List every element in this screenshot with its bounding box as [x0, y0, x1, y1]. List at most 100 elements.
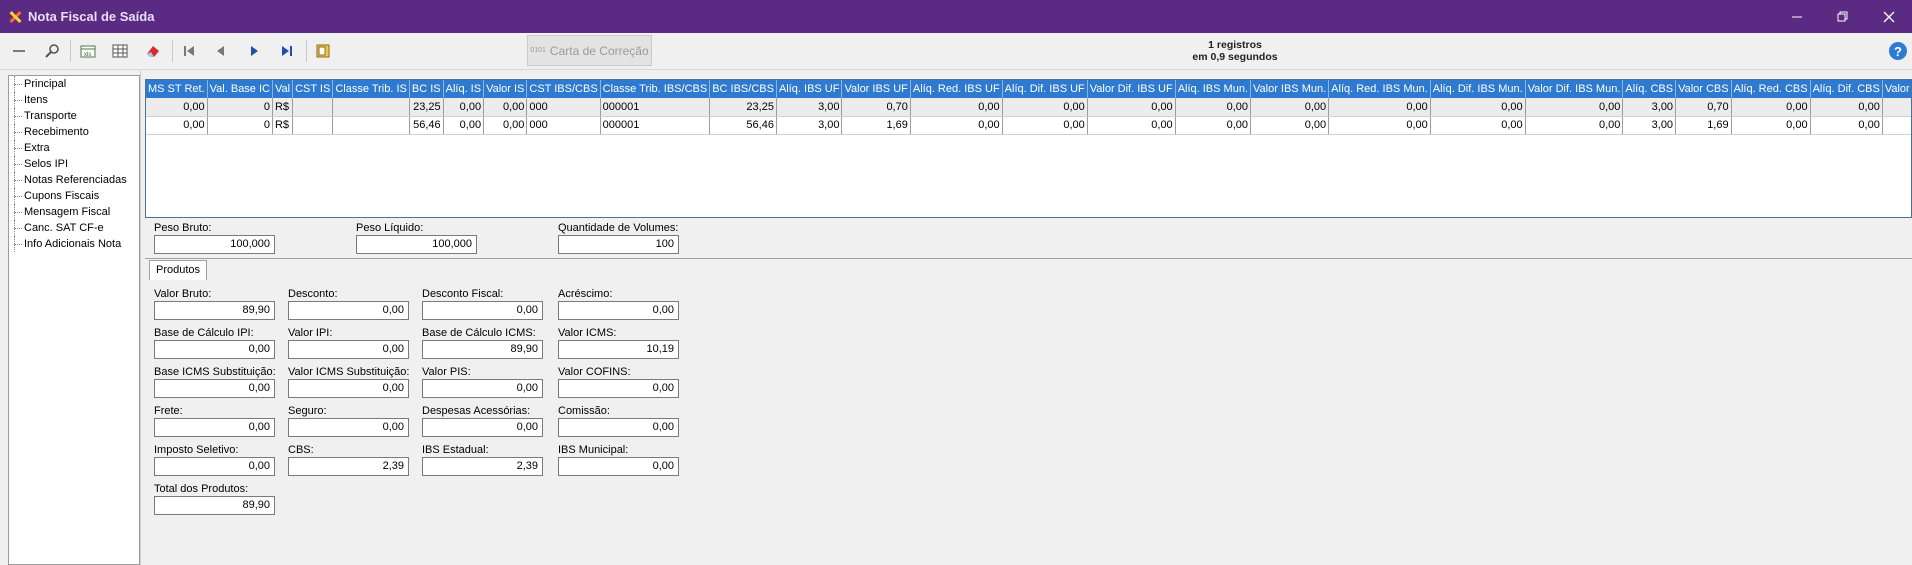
restore-button[interactable]: [1820, 0, 1866, 33]
comissao-field[interactable]: 0,00: [558, 418, 679, 437]
column-header[interactable]: CST IS: [292, 80, 334, 98]
export-excel-button[interactable]: xls: [75, 38, 101, 64]
column-header[interactable]: Valor CBS: [1675, 80, 1732, 98]
carta-mini-label: 0101: [530, 47, 546, 54]
frete-label: Frete:: [154, 405, 183, 417]
table-cell: 0,00: [1731, 98, 1811, 117]
column-header[interactable]: Val: [272, 80, 294, 98]
column-header[interactable]: Alíq. IBS UF: [776, 80, 843, 98]
column-header[interactable]: BC IBS/CBS: [709, 80, 777, 98]
table-cell: 0,00: [1810, 98, 1883, 117]
tree-item-notas-referenciadas[interactable]: Notas Referenciadas: [9, 172, 139, 188]
valor-cofins-field[interactable]: 0,00: [558, 379, 679, 398]
despesas-label: Despesas Acessórias:: [422, 405, 531, 417]
column-header[interactable]: Alíq. CBS: [1622, 80, 1677, 98]
table-cell: 0,00: [1882, 116, 1911, 135]
desconto-field[interactable]: 0,00: [288, 301, 409, 320]
last-record-button[interactable]: [274, 38, 300, 64]
base-icms-st-label: Base ICMS Substituição:: [154, 366, 276, 378]
valor-icms-st-label: Valor ICMS Substituição:: [288, 366, 410, 378]
ibs-estadual-field[interactable]: 2,39: [422, 457, 543, 476]
column-header[interactable]: Alíq. Dif. IBS UF: [1002, 80, 1088, 98]
report-button[interactable]: [310, 38, 336, 64]
valor-ipi-field[interactable]: 0,00: [288, 340, 409, 359]
carta-correcao-button[interactable]: 0101 Carta de Correção: [527, 35, 652, 66]
clear-button[interactable]: [140, 38, 166, 64]
table-cell: 0,00: [1430, 98, 1526, 117]
acrescimo-field[interactable]: 0,00: [558, 301, 679, 320]
tab-produtos[interactable]: Produtos: [149, 260, 208, 280]
column-header[interactable]: Valor Dif. IBS UF: [1087, 80, 1176, 98]
base-icms-field[interactable]: 89,90: [422, 340, 543, 359]
valor-icms-st-field[interactable]: 0,00: [288, 379, 409, 398]
ibs-municipal-label: IBS Municipal:: [558, 444, 629, 456]
column-header[interactable]: CST IBS/CBS: [526, 80, 601, 98]
close-button[interactable]: [1866, 0, 1912, 33]
table-row[interactable]: 0,00 0 R$ 56,46 0,00 0,00 000 000001 56,46 3,00 1,…: [146, 116, 1911, 135]
seguro-field[interactable]: 0,00: [288, 418, 409, 437]
frete-field[interactable]: 0,00: [154, 418, 275, 437]
table-cell: 0,00: [910, 98, 1003, 117]
tree-item-transporte[interactable]: Transporte: [9, 108, 139, 124]
table-cell: 0: [207, 98, 273, 117]
tree-item-mensagem-fiscal[interactable]: Mensagem Fiscal: [9, 204, 139, 220]
cbs-field[interactable]: 2,39: [288, 457, 409, 476]
tree-item-principal[interactable]: Principal: [9, 76, 139, 92]
column-header[interactable]: Alíq. Dif. IBS Mun.: [1430, 80, 1526, 98]
items-grid[interactable]: MS ST Ret. Val. Base IC Val CST IS Classe Tr…: [145, 79, 1912, 218]
column-header[interactable]: Classe Trib. IS: [332, 80, 410, 98]
valor-bruto-field[interactable]: 89,90: [154, 301, 275, 320]
volumes-field[interactable]: 100: [558, 235, 679, 254]
search-button[interactable]: [39, 38, 65, 64]
peso-bruto-field[interactable]: 100,000: [154, 235, 275, 254]
table-row[interactable]: 0,00 0 R$ 23,25 0,00 0,00 000 000001 23,25 3,00 0,…: [146, 98, 1911, 117]
tree-item-canc-sat-cf-e[interactable]: Canc. SAT CF-e: [9, 220, 139, 236]
column-header[interactable]: Alíq. Dif. CBS: [1810, 80, 1883, 98]
first-record-button[interactable]: [176, 38, 202, 64]
base-ipi-field[interactable]: 0,00: [154, 340, 275, 359]
restore-icon: [1837, 11, 1848, 21]
tree-item-cupons-fiscais[interactable]: Cupons Fiscais: [9, 188, 139, 204]
base-icms-st-field[interactable]: 0,00: [154, 379, 275, 398]
tree-item-selos-ipi[interactable]: Selos IPI: [9, 156, 139, 172]
column-header[interactable]: Alíq. Red. IBS UF: [910, 80, 1003, 98]
column-header[interactable]: Valor IS: [483, 80, 528, 98]
column-header[interactable]: MS ST Ret.: [146, 80, 208, 98]
column-header[interactable]: Valor IBS Mun.: [1250, 80, 1330, 98]
column-header[interactable]: Classe Trib. IBS/CBS: [600, 80, 711, 98]
despesas-field[interactable]: 0,00: [422, 418, 543, 437]
dash-button[interactable]: [6, 38, 32, 64]
table-cell: 0,00: [443, 116, 485, 135]
column-header[interactable]: Val. Base IC: [207, 80, 273, 98]
column-header[interactable]: Valor Dif. CBS: [1882, 80, 1911, 98]
table-cell: 0,00: [1525, 98, 1624, 117]
tree-item-extra[interactable]: Extra: [9, 140, 139, 156]
column-header[interactable]: Alíq. IBS Mun.: [1175, 80, 1252, 98]
help-icon[interactable]: ?: [1889, 42, 1907, 60]
column-header[interactable]: Valor IBS UF: [841, 80, 911, 98]
tree-item-info-adicionais-nota[interactable]: Info Adicionais Nota: [9, 236, 139, 252]
table-cell: 000001: [600, 116, 711, 135]
column-header[interactable]: Alíq. Red. IBS Mun.: [1328, 80, 1431, 98]
records-count: 1 registros: [1208, 39, 1262, 51]
desconto-label: Desconto:: [288, 288, 338, 300]
valor-icms-field[interactable]: 10,19: [558, 340, 679, 359]
ibs-municipal-field[interactable]: 0,00: [558, 457, 679, 476]
minimize-button[interactable]: [1774, 0, 1820, 33]
column-header[interactable]: Valor Dif. IBS Mun.: [1525, 80, 1624, 98]
next-record-button[interactable]: [241, 38, 267, 64]
column-header[interactable]: Alíq. IS: [443, 80, 485, 98]
column-header[interactable]: BC IS: [409, 80, 444, 98]
table-cell: 23,25: [409, 98, 444, 117]
previous-record-button[interactable]: [208, 38, 234, 64]
imposto-seletivo-field[interactable]: 0,00: [154, 457, 275, 476]
valor-pis-field[interactable]: 0,00: [422, 379, 543, 398]
column-header[interactable]: Alíq. Red. CBS: [1731, 80, 1811, 98]
tree-item-itens[interactable]: Itens: [9, 92, 139, 108]
total-produtos-field[interactable]: 89,90: [154, 496, 275, 515]
grid-view-button[interactable]: [107, 38, 133, 64]
desconto-fiscal-field[interactable]: 0,00: [422, 301, 543, 320]
table-cell: 0,00: [1087, 98, 1176, 117]
peso-liquido-field[interactable]: 100,000: [356, 235, 477, 254]
tree-item-recebimento[interactable]: Recebimento: [9, 124, 139, 140]
